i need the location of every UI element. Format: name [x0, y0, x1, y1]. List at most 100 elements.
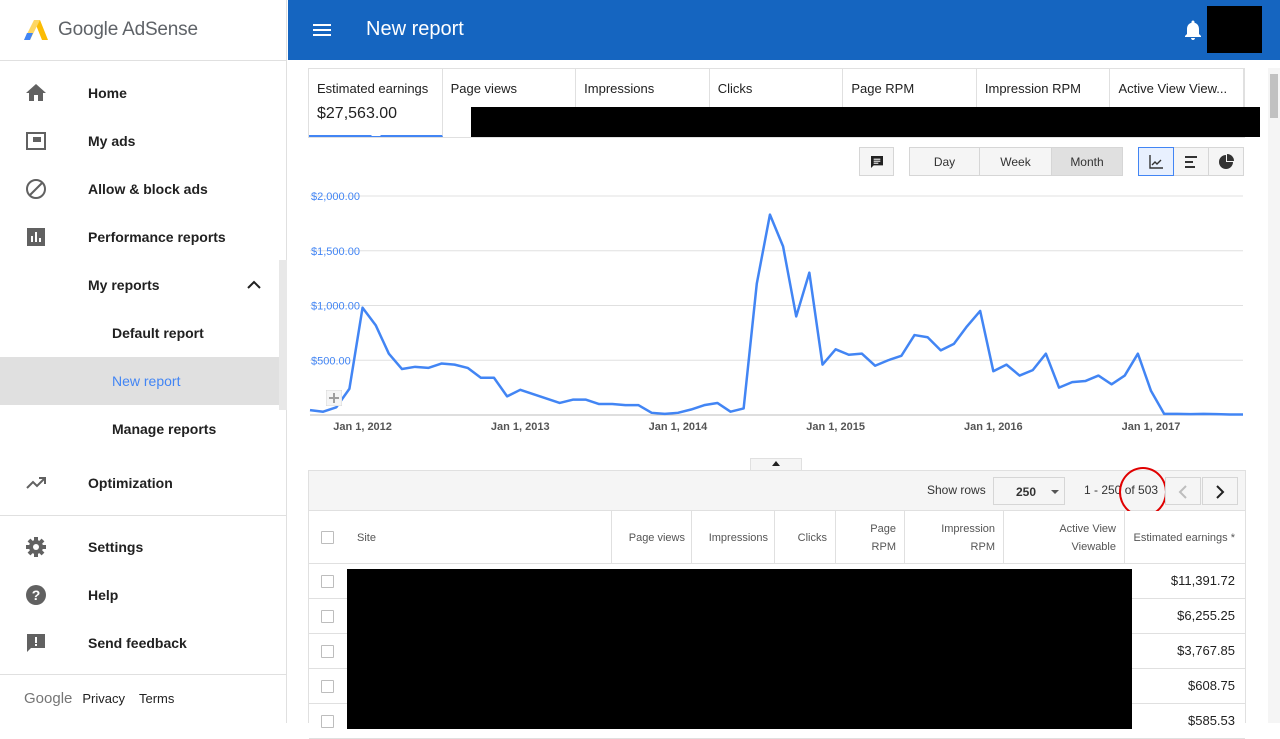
nav-label: Home	[88, 85, 127, 101]
ad-unit-icon	[26, 132, 46, 150]
terms-link[interactable]: Terms	[139, 691, 174, 706]
column-header-impression-rpm[interactable]: Impression RPM	[905, 511, 1004, 564]
rows-per-page-select[interactable]: 250	[993, 477, 1065, 505]
redacted-site-data	[347, 569, 1132, 729]
comment-icon	[870, 155, 883, 168]
nav-label: Allow & block ads	[88, 181, 208, 197]
account-avatar[interactable]	[1207, 6, 1262, 53]
metric-value: $27,563.00	[317, 105, 398, 122]
collapse-chart-toggle[interactable]	[750, 458, 802, 470]
x-tick-label: Jan 1, 2013	[491, 421, 550, 433]
notifications-bell-icon[interactable]	[1181, 18, 1205, 42]
block-icon	[26, 179, 46, 199]
next-page-button[interactable]	[1202, 477, 1238, 505]
period-month-button[interactable]: Month	[1052, 147, 1123, 176]
nav-new-report[interactable]: New report	[0, 357, 279, 405]
nav-label: Optimization	[88, 475, 173, 491]
row-checkbox[interactable]	[321, 610, 334, 623]
row-checkbox[interactable]	[321, 680, 334, 693]
dropdown-arrow-icon	[1051, 490, 1059, 494]
column-header-page-views[interactable]: Page views	[612, 511, 692, 564]
x-tick-label: Jan 1, 2014	[649, 421, 709, 433]
estimated-earnings-cell: $608.75	[1188, 678, 1235, 693]
line-chart-view-button[interactable]	[1138, 147, 1174, 176]
metric-label: Page RPM	[851, 81, 915, 96]
y-tick-label: $1,500.00	[311, 246, 360, 258]
svg-text:?: ?	[32, 587, 41, 603]
help-icon: ?	[26, 585, 46, 605]
row-checkbox[interactable]	[321, 715, 334, 728]
hamburger-menu-icon[interactable]	[310, 18, 334, 42]
nav-my-reports[interactable]: My reports	[0, 261, 279, 309]
column-header-page-rpm[interactable]: Page RPM	[836, 511, 905, 564]
row-checkbox[interactable]	[321, 575, 334, 588]
period-day-button[interactable]: Day	[909, 147, 980, 176]
y-tick-label: $1,000.00	[311, 301, 360, 313]
column-header-site[interactable]: Site	[347, 511, 612, 564]
trending-up-icon	[26, 477, 46, 489]
y-tick-label: $2,000.00	[311, 191, 360, 203]
chart-type-selector	[1138, 147, 1244, 176]
column-header-active-view-viewable[interactable]: Active View Viewable	[1004, 511, 1125, 564]
nav-default-report[interactable]: Default report	[0, 309, 279, 357]
nav-settings[interactable]: Settings	[0, 523, 279, 571]
table-pager: Show rows 250 1 - 250 of 503	[309, 467, 1245, 517]
estimated-earnings-cell: $3,767.85	[1177, 643, 1235, 658]
nav-label: My reports	[88, 277, 160, 293]
chart-svg: $2,000.00 $1,500.00 $1,000.00 $500.00 Jan 1,…	[309, 191, 1243, 433]
nav-send-feedback[interactable]: Send feedback	[0, 619, 279, 667]
gear-icon	[26, 537, 46, 557]
feedback-icon	[27, 634, 45, 652]
nav-label: Help	[88, 587, 119, 603]
column-header-clicks[interactable]: Clicks	[775, 511, 836, 564]
report-table: Show rows 250 1 - 250 of 503 Site Page v…	[308, 467, 1246, 739]
metric-tab-estimated-earnings[interactable]: Estimated earnings $27,563.00	[309, 69, 443, 137]
bar-chart-view-button[interactable]	[1174, 147, 1209, 176]
pie-chart-view-button[interactable]	[1209, 147, 1244, 176]
top-app-bar: New report	[288, 0, 1280, 60]
annotation-toolbar	[859, 147, 894, 176]
metric-label: Active View View...	[1118, 81, 1228, 96]
nav-optimization[interactable]: Optimization	[0, 459, 279, 507]
nav-my-ads[interactable]: My ads	[0, 117, 279, 165]
home-icon	[26, 84, 46, 101]
estimated-earnings-cell: $6,255.25	[1177, 608, 1235, 623]
nav-performance-reports[interactable]: Performance reports	[0, 213, 279, 261]
column-header-impressions[interactable]: Impressions	[692, 511, 775, 564]
divider	[0, 60, 287, 61]
show-rows-label: Show rows	[927, 483, 986, 497]
chevron-up-icon[interactable]	[246, 277, 262, 293]
page-scrollbar-track[interactable]	[1268, 68, 1280, 723]
add-note-button[interactable]	[859, 147, 894, 176]
nav-allow-block-ads[interactable]: Allow & block ads	[0, 165, 279, 213]
red-highlight-circle	[1119, 467, 1167, 517]
sidebar-scrollbar[interactable]	[279, 260, 287, 410]
nav-home[interactable]: Home	[0, 69, 279, 117]
select-all-checkbox[interactable]	[321, 531, 334, 544]
nav-label: New report	[112, 373, 181, 389]
nav-manage-reports[interactable]: Manage reports	[0, 405, 279, 453]
privacy-link[interactable]: Privacy	[82, 691, 125, 706]
earnings-series-line	[309, 213, 1243, 416]
row-checkbox[interactable]	[321, 645, 334, 658]
metric-tabs: Estimated earnings $27,563.00 Page views…	[308, 68, 1260, 138]
y-tick-label: $500.00	[311, 355, 351, 367]
page-title: New report	[366, 18, 464, 40]
metric-label: Impressions	[584, 81, 655, 96]
sidebar-footer: Google Privacy Terms	[24, 690, 188, 707]
adsense-logo[interactable]: Google AdSense	[24, 16, 198, 44]
period-week-button[interactable]: Week	[980, 147, 1052, 176]
metric-label: Clicks	[717, 81, 753, 96]
previous-page-button[interactable]	[1165, 477, 1201, 505]
nav-help[interactable]: ? Help	[0, 571, 279, 619]
period-selector: Day Week Month	[909, 147, 1123, 176]
redacted-metric-values	[471, 107, 1260, 137]
add-annotation-icon[interactable]	[326, 390, 342, 406]
column-header-estimated-earnings[interactable]: Estimated earnings *	[1125, 511, 1245, 564]
estimated-earnings-cell: $11,391.72	[1170, 573, 1235, 588]
x-tick-label: Jan 1, 2012	[333, 421, 392, 433]
report-content: Estimated earnings $27,563.00 Page views…	[288, 60, 1280, 739]
page-scrollbar-thumb[interactable]	[1270, 74, 1278, 118]
caret-up-icon	[772, 461, 780, 466]
nav-label: Settings	[88, 539, 144, 555]
